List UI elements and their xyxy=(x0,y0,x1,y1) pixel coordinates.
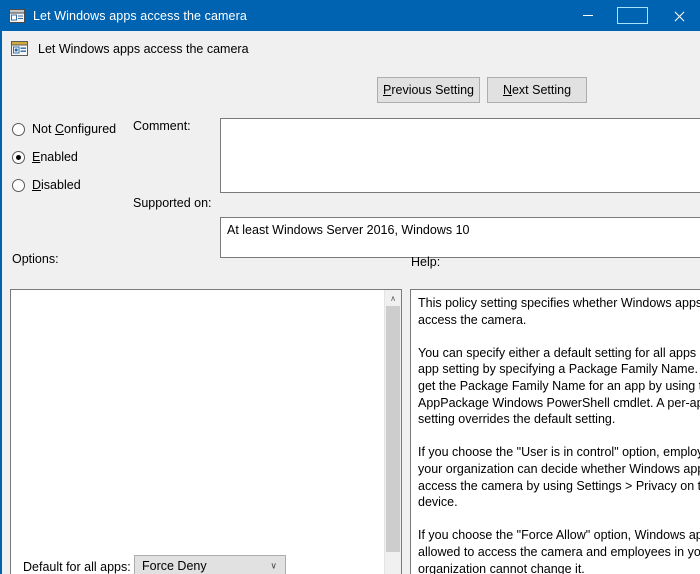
maximize-button[interactable] xyxy=(610,0,655,31)
comment-label: Comment: xyxy=(133,119,191,133)
minimize-button[interactable] xyxy=(565,0,610,31)
options-pane-scrollbar[interactable]: ∧ ∨ xyxy=(384,290,401,574)
next-setting-rest: ext Setting xyxy=(511,83,572,97)
policy-header: Let Windows apps access the camera xyxy=(10,39,249,58)
radio-enabled-label: Enabled xyxy=(32,150,78,164)
default-for-all-apps-value: Force Deny xyxy=(142,559,207,573)
window-body: Let Windows apps access the camera Previ… xyxy=(0,31,700,574)
previous-setting-rest: revious Setting xyxy=(391,83,475,97)
policy-setting-icon xyxy=(9,8,25,24)
previous-setting-button[interactable]: Previous Setting xyxy=(377,77,480,103)
caption-buttons xyxy=(565,0,700,31)
help-pane[interactable]: This policy setting specifies whether Wi… xyxy=(410,289,700,574)
supported-on-label: Supported on: xyxy=(133,196,212,210)
radio-not-configured-label: Not Configured xyxy=(32,122,117,136)
radio-disabled[interactable]: Disabled xyxy=(12,178,81,192)
radio-indicator xyxy=(12,122,25,136)
close-icon xyxy=(673,11,683,21)
scroll-up-icon[interactable]: ∧ xyxy=(385,290,401,306)
minimize-icon xyxy=(582,15,593,16)
next-setting-label: Next Setting xyxy=(503,83,571,97)
options-pane-label: Options: xyxy=(12,252,59,266)
window-title: Let Windows apps access the camera xyxy=(33,8,247,23)
supported-on-value[interactable]: At least Windows Server 2016, Windows 10 xyxy=(220,217,700,258)
page-title: Let Windows apps access the camera xyxy=(38,41,249,56)
help-text: This policy setting specifies whether Wi… xyxy=(418,296,700,574)
title-bar: Let Windows apps access the camera xyxy=(0,0,700,31)
comment-input[interactable] xyxy=(220,118,700,193)
radio-not-configured[interactable]: Not Configured xyxy=(12,122,116,136)
chevron-down-icon: ∨ xyxy=(270,560,277,571)
previous-setting-label: Previous Setting xyxy=(383,83,474,97)
default-for-all-apps-dropdown[interactable]: Force Deny ∨ xyxy=(134,555,286,574)
options-content: Default for all apps: Force Deny ∨ Put u… xyxy=(11,290,386,574)
radio-indicator xyxy=(12,178,25,192)
group-policy-setting-window: Let Windows apps access the camera Let W… xyxy=(0,0,700,574)
radio-enabled[interactable]: Enabled xyxy=(12,150,78,164)
scrollbar-thumb[interactable] xyxy=(386,306,400,552)
policy-setting-icon xyxy=(10,39,29,58)
help-pane-label: Help: xyxy=(411,255,441,269)
next-setting-button[interactable]: Next Setting xyxy=(487,77,587,103)
default-for-all-apps-label: Default for all apps: xyxy=(23,560,131,574)
close-button[interactable] xyxy=(655,0,700,31)
radio-disabled-label: Disabled xyxy=(32,178,81,192)
options-pane: Default for all apps: Force Deny ∨ Put u… xyxy=(10,289,402,574)
accel-char: N xyxy=(502,83,512,97)
radio-indicator xyxy=(12,150,25,164)
